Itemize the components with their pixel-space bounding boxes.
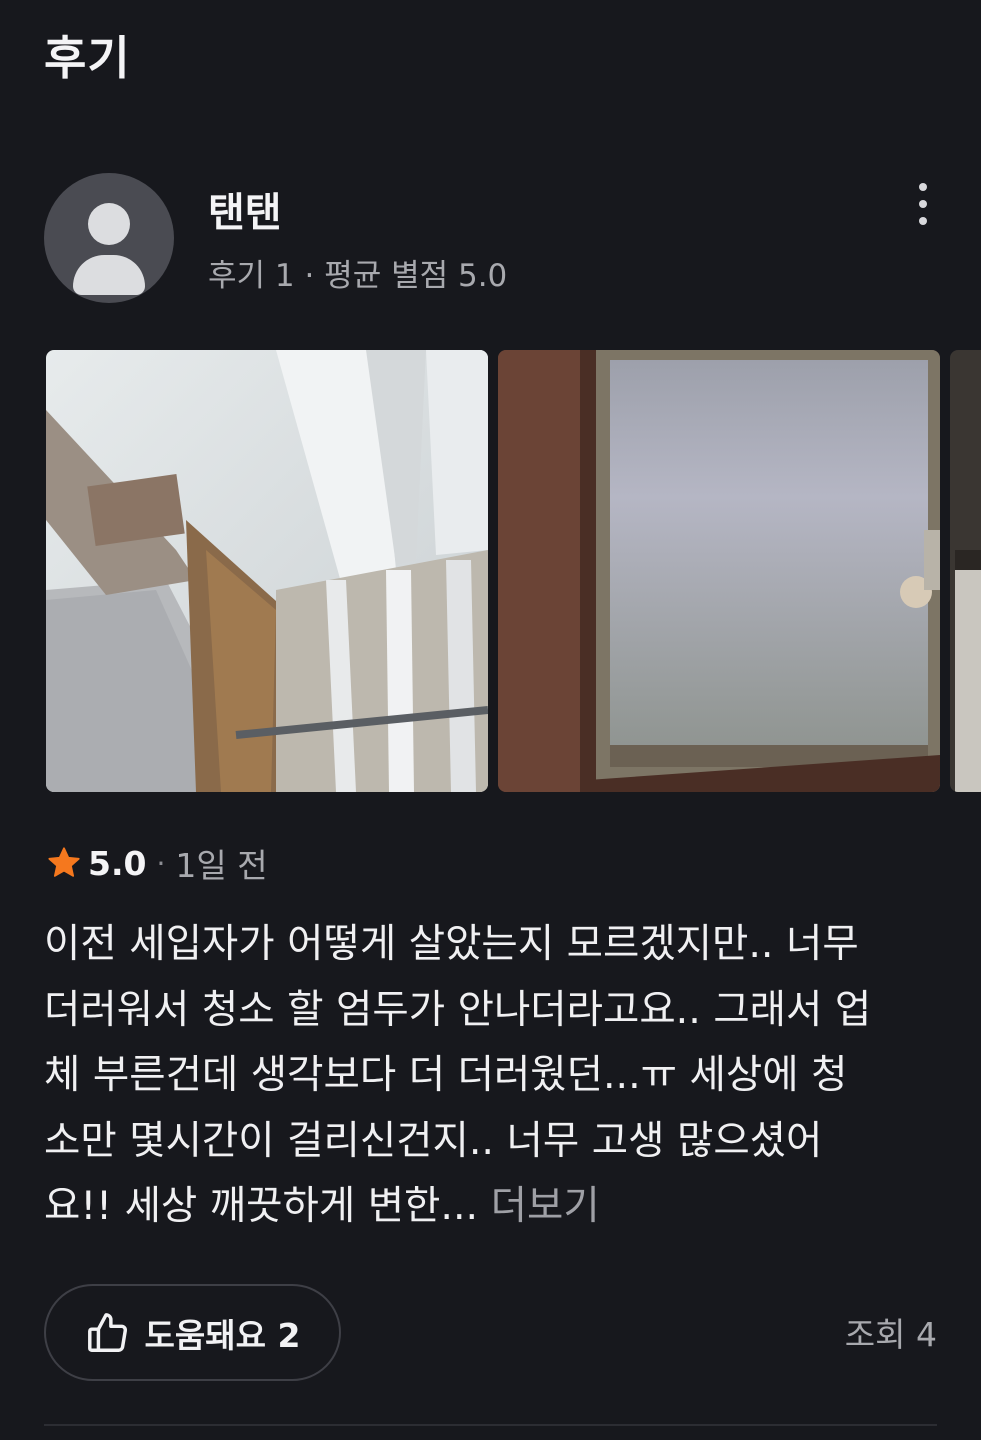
review-line: 체 부른건데 생각보다 더 더러웠던...ㅠ 세상에 청 [44, 1052, 848, 1098]
review-photo-3[interactable] [950, 350, 981, 792]
review-photo-1[interactable] [46, 350, 488, 792]
view-count: 조회 4 [844, 1315, 937, 1354]
review-photo-2[interactable] [498, 350, 940, 792]
avatar-head-icon [88, 203, 130, 245]
star-icon [48, 847, 80, 877]
rating-row: 5.0 · 1일 전 [46, 838, 268, 888]
avatar[interactable] [44, 173, 174, 303]
review-line: 더러워서 청소 할 엄두가 안나더라고요.. 그래서 업 [44, 986, 872, 1033]
rating-value: 5.0 [88, 843, 147, 883]
reviewer-meta: 후기 1 · 평균 별점 5.0 [208, 258, 508, 294]
review-line: 소만 몇시간이 걸리신건지.. 너무 고생 많으셨어 [44, 1117, 823, 1164]
reviewer-name[interactable]: 탠탠 [208, 180, 282, 238]
divider [44, 1424, 937, 1426]
review-line: 이전 세입자가 어떻게 살았는지 모르겠지만.. 너무 [44, 921, 859, 967]
review-body[interactable]: 이전 세입자가 어떻게 살았는지 모르겠지만.. 너무 더러워서 청소 할 엄두… [44, 912, 944, 1240]
read-more-link[interactable]: 더보기 [491, 1183, 600, 1229]
helpful-label: 도움돼요 2 [144, 1315, 301, 1355]
more-options-icon[interactable] [900, 172, 946, 236]
review-line-text: 요!! 세상 깨끗하게 변한... [44, 1183, 479, 1229]
window-track-photo-icon [46, 350, 488, 792]
helpful-button[interactable]: 도움돼요 2 [44, 1284, 341, 1381]
avatar-body-icon [73, 255, 145, 295]
section-title: 후기 [44, 31, 131, 85]
review-line-last: 요!! 세상 깨끗하게 변한... 더보기 [44, 1174, 944, 1240]
rating-separator: · [156, 846, 166, 880]
photo-carousel[interactable] [46, 350, 981, 792]
review-time: 1일 전 [175, 846, 268, 885]
window-photo-partial-icon [950, 350, 981, 792]
thumbs-up-icon [87, 1312, 127, 1352]
frosted-glass-window-photo-icon [498, 350, 940, 792]
